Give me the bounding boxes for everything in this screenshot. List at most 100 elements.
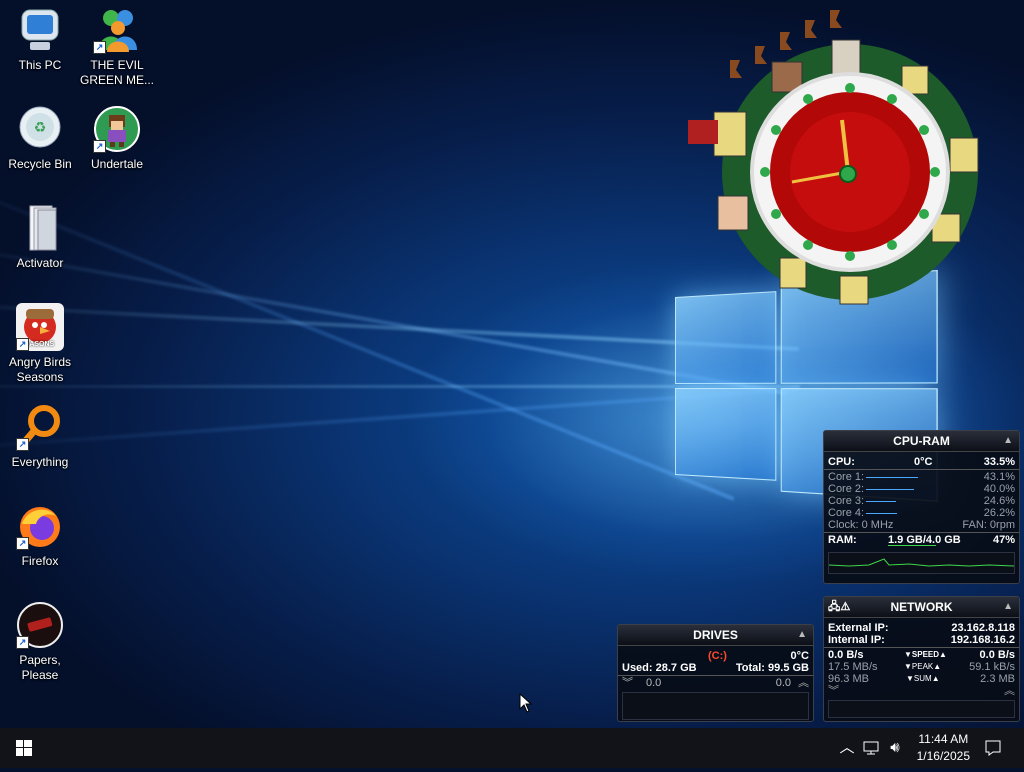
internal-ip: 192.168.16.2: [951, 634, 1015, 646]
desktop-icon-evil-green-me[interactable]: ↗ THE EVIL GREEN ME...: [77, 6, 157, 88]
messenger-people-icon: ↗: [93, 6, 141, 54]
drives-gadget[interactable]: DRIVES ▲ (C:) 0°C Used: 28.7 GB Total: 99.5…: [617, 624, 814, 722]
christmas-clock-gadget[interactable]: [680, 0, 1000, 320]
chevron-up-icon[interactable]: ︽: [798, 677, 809, 689]
chevron-up-icon[interactable]: ︽: [1004, 685, 1015, 697]
icon-label: Recycle Bin: [0, 157, 80, 172]
external-ip: 23.162.8.118: [951, 622, 1015, 634]
icon-label: Angry Birds Seasons: [0, 355, 80, 385]
core-label: Core 4:: [828, 507, 864, 519]
start-button[interactable]: [0, 728, 48, 768]
core-value: 43.1%: [984, 471, 1015, 483]
drive-name: (C:): [708, 650, 727, 662]
cpu-ram-gadget[interactable]: CPU-RAM ▲ CPU: 0°C 33.5% Core 1: 43.1% Cor…: [823, 430, 1020, 584]
network-gadget[interactable]: 🖧⚠ NETWORK ▲ External IP: 23.162.8.118 Int…: [823, 596, 1020, 722]
internal-ip-label: Internal IP:: [828, 634, 885, 646]
peak-label: ▼PEAK▲: [904, 661, 941, 673]
desktop-icon-this-pc[interactable]: This PC: [0, 6, 80, 73]
drive-read: 0.0: [646, 677, 661, 689]
cpu-percent: 33.5%: [984, 456, 1015, 468]
papers-please-icon: ↗: [16, 601, 64, 649]
core-label: Core 2:: [828, 483, 864, 495]
icon-label: This PC: [0, 58, 80, 73]
clock-date: 1/16/2025: [917, 748, 970, 765]
drive-write: 0.0: [776, 677, 791, 689]
sum-down: 96.3 MB: [828, 673, 869, 685]
speed-down: 0.0 B/s: [828, 649, 863, 661]
ram-label: RAM:: [828, 534, 857, 546]
core-value: 24.6%: [984, 495, 1015, 507]
network-icon[interactable]: [860, 728, 882, 768]
desktop-icon-everything[interactable]: ↗ Everything: [0, 403, 80, 470]
collapse-caret-icon[interactable]: ▲: [1003, 431, 1013, 451]
external-ip-label: External IP:: [828, 622, 889, 634]
icon-label: Papers, Please: [0, 653, 80, 683]
taskbar: ︿ 🔊︎ 11:44 AM 1/16/2025: [0, 728, 1024, 768]
speed-label: ▼SPEED▲: [904, 649, 947, 661]
desktop-icon-papers-please[interactable]: ↗ Papers, Please: [0, 601, 80, 683]
chevron-down-icon[interactable]: ︾: [828, 685, 839, 697]
core-bar: [866, 477, 918, 478]
cpu-history-graph: [828, 552, 1015, 574]
drive-used: Used: 28.7 GB: [622, 662, 697, 674]
core-value: 40.0%: [984, 483, 1015, 495]
clock-center: [840, 166, 856, 182]
drive-temp: 0°C: [791, 650, 809, 662]
cpu-label: CPU:: [828, 456, 855, 468]
angry-bird-icon: SEASONS ↗: [16, 303, 64, 351]
desktop-icon-angry-birds-seasons[interactable]: SEASONS ↗ Angry Birds Seasons: [0, 303, 80, 385]
core-value: 26.2%: [984, 507, 1015, 519]
light-beam: [0, 160, 734, 501]
peak-down: 17.5 MB/s: [828, 661, 878, 673]
speed-up: 0.0 B/s: [980, 649, 1015, 661]
ram-bar: [888, 545, 936, 546]
folder-icon: [16, 204, 64, 252]
cpu-temp: 0°C: [914, 456, 932, 468]
mouse-cursor: [519, 693, 533, 713]
shortcut-arrow-icon: ↗: [16, 636, 29, 649]
magnifier-icon: ↗: [16, 403, 64, 451]
show-hidden-icons-chevron-up-icon[interactable]: ︿: [838, 728, 856, 768]
svg-text:♻: ♻: [34, 120, 47, 136]
icon-label: Firefox: [0, 554, 80, 569]
core-label: Core 3:: [828, 495, 864, 507]
icon-label: Everything: [0, 455, 80, 470]
recycle-bin-icon: ♻: [16, 105, 64, 153]
drive-activity-graph: [622, 692, 809, 720]
volume-icon[interactable]: 🔊︎: [884, 728, 906, 768]
ram-percent: 47%: [993, 534, 1015, 546]
core-bar: [866, 489, 914, 490]
drives-title: DRIVES ▲: [618, 625, 813, 646]
windows-icon: [16, 740, 32, 756]
shortcut-arrow-icon: ↗: [16, 438, 29, 451]
shortcut-arrow-icon: ↗: [16, 338, 29, 351]
fan-speed: FAN: 0rpm: [962, 519, 1015, 531]
collapse-caret-icon[interactable]: ▲: [1003, 597, 1013, 617]
clock-time: 11:44 AM: [917, 731, 970, 748]
network-history-graph: [828, 700, 1015, 718]
undertale-character-icon: ↗: [93, 105, 141, 153]
core-bar: [866, 513, 897, 514]
notifications-icon[interactable]: [978, 728, 1008, 768]
firefox-icon: ↗: [16, 502, 64, 550]
desktop-icon-undertale[interactable]: ↗ Undertale: [77, 105, 157, 172]
computer-icon: [16, 6, 64, 54]
cpu-ram-title: CPU-RAM ▲: [824, 431, 1019, 452]
network-warning-icon: 🖧⚠: [828, 597, 850, 617]
shortcut-arrow-icon: ↗: [93, 140, 106, 153]
collapse-caret-icon[interactable]: ▲: [797, 625, 807, 645]
taskbar-clock[interactable]: 11:44 AM 1/16/2025: [917, 731, 970, 765]
desktop[interactable]: This PC ↗ THE EVIL GREEN ME... ♻ Recycle…: [0, 0, 1024, 728]
network-title: 🖧⚠ NETWORK ▲: [824, 597, 1019, 618]
desktop-icon-activator[interactable]: Activator: [0, 204, 80, 271]
drive-total: Total: 99.5 GB: [736, 662, 809, 674]
core-bar: [866, 501, 896, 502]
icon-label: Activator: [0, 256, 80, 271]
desktop-icon-firefox[interactable]: ↗ Firefox: [0, 502, 80, 569]
desktop-icon-recycle-bin[interactable]: ♻ Recycle Bin: [0, 105, 80, 172]
icon-label: Undertale: [77, 157, 157, 172]
chevron-down-icon[interactable]: ︾: [622, 677, 633, 689]
shortcut-arrow-icon: ↗: [16, 537, 29, 550]
peak-up: 59.1 kB/s: [969, 661, 1015, 673]
icon-label: THE EVIL GREEN ME...: [77, 58, 157, 88]
